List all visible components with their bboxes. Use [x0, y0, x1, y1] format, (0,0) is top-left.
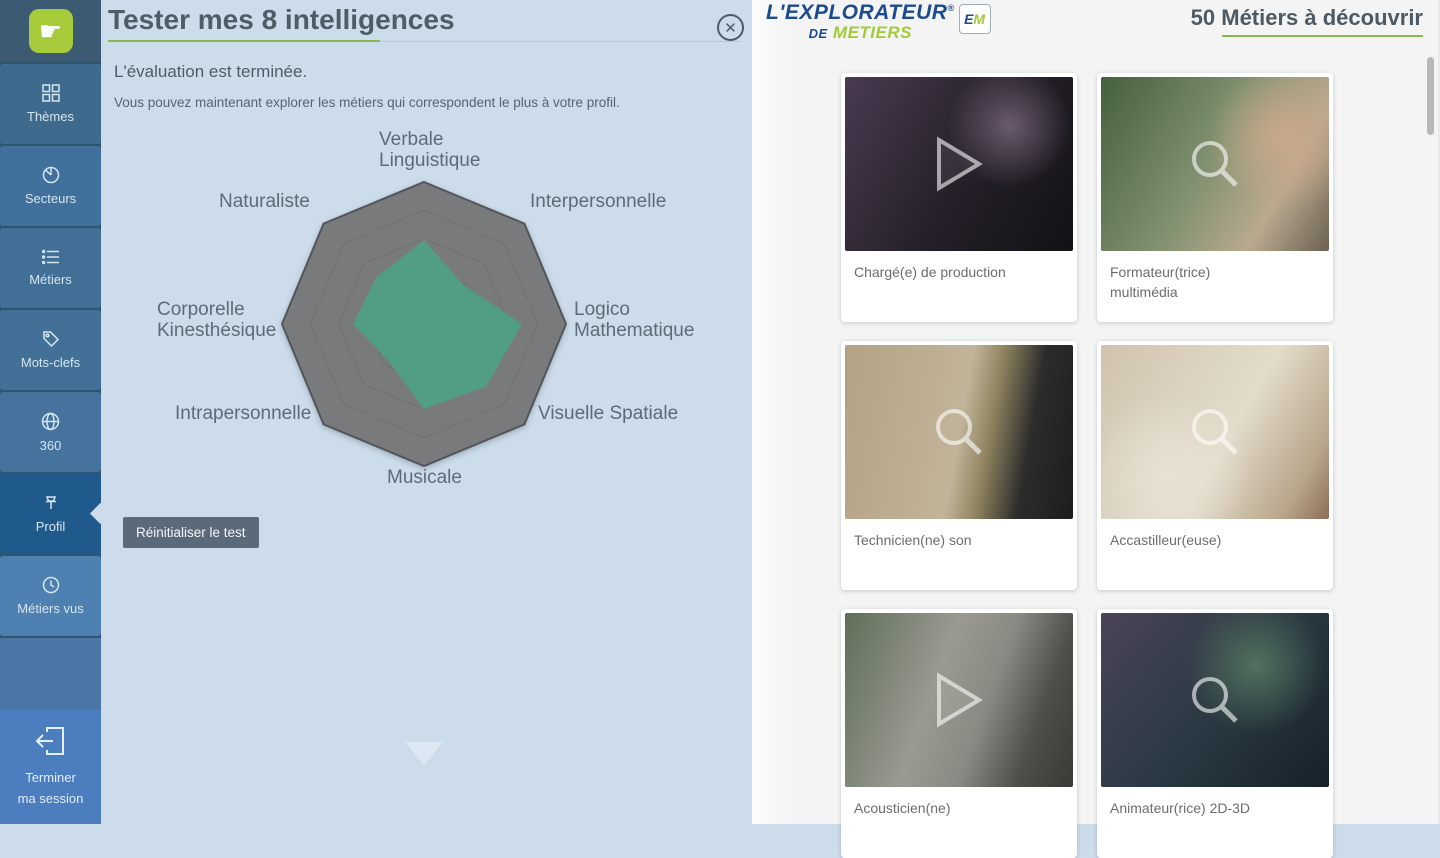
- title-accent-underline: [108, 40, 380, 42]
- sidebar-item-label: Profil: [36, 519, 66, 534]
- logout-icon: [33, 724, 69, 758]
- metier-photo: [845, 613, 1073, 787]
- metier-card[interactable]: Formateur(trice) multimédia: [1097, 73, 1333, 322]
- metiers-panel: L'EXPLORATEUR® DE METIERS EM 50 Métiers …: [752, 0, 1440, 824]
- heading-accent-underline: [1222, 35, 1423, 37]
- close-icon: ✕: [724, 19, 737, 37]
- magnifier-icon: [1101, 77, 1329, 251]
- explorateur-logo: L'EXPLORATEUR® DE METIERS EM: [766, 2, 991, 41]
- sidebar-item-metiers-vus[interactable]: Métiers vus: [0, 556, 101, 636]
- page-title: Tester mes 8 intelligences: [108, 4, 455, 36]
- edm-badge-icon: EM: [959, 4, 991, 34]
- evaluation-status: L'évaluation est terminée.: [114, 62, 307, 82]
- sidebar-item-360[interactable]: 360: [0, 392, 101, 472]
- sidebar-item-metiers[interactable]: Métiers: [0, 228, 101, 308]
- axis-label-logico-mathematique: Logico Mathematique: [574, 300, 694, 342]
- metier-card[interactable]: Animateur(rice) 2D-3D: [1097, 609, 1333, 858]
- evaluation-description: Vous pouvez maintenant explorer les méti…: [114, 95, 620, 110]
- metier-card[interactable]: Accastilleur(euse): [1097, 341, 1333, 590]
- metier-photo: [1101, 77, 1329, 251]
- logo-line1: L'EXPLORATEUR: [766, 1, 947, 24]
- clock-icon: [42, 576, 60, 594]
- scrollbar-thumb[interactable]: [1427, 57, 1434, 135]
- pointing-hand-icon: ☛: [29, 9, 73, 53]
- sidebar-item-label: Mots-clefs: [21, 355, 80, 370]
- metier-photo: [845, 345, 1073, 519]
- metier-title: Animateur(rice) 2D-3D: [1101, 787, 1329, 829]
- metiers-count-heading: 50 Métiers à découvrir: [1191, 5, 1423, 31]
- logout-label-line2: ma session: [18, 789, 84, 810]
- logo-registered-mark: ®: [947, 3, 954, 13]
- sidebar-item-profil[interactable]: Profil: [0, 474, 101, 554]
- axis-label-verbale-linguistique: Verbale Linguistique: [379, 130, 480, 172]
- axis-label-interpersonnelle: Interpersonnelle: [530, 192, 666, 213]
- logout-label-line1: Terminer: [18, 768, 84, 789]
- grid-icon: [42, 84, 60, 102]
- reset-test-button[interactable]: Réinitialiser le test: [123, 517, 259, 548]
- magnifier-icon: [1101, 345, 1329, 519]
- metier-title: Chargé(e) de production: [845, 251, 1073, 293]
- logo-metiers: METIERS: [833, 23, 912, 42]
- metier-card[interactable]: Technicien(ne) son: [841, 341, 1077, 590]
- sidebar-item-label: Secteurs: [25, 191, 76, 206]
- close-button[interactable]: ✕: [717, 14, 744, 41]
- sidebar-item-themes[interactable]: Thèmes: [0, 64, 101, 144]
- play-icon: [845, 77, 1073, 251]
- metier-title: Accastilleur(euse): [1101, 519, 1329, 561]
- axis-label-naturaliste: Naturaliste: [219, 192, 310, 213]
- globe-icon: [41, 412, 60, 431]
- axis-label-musicale: Musicale: [387, 468, 462, 489]
- metier-card[interactable]: Acousticien(ne): [841, 609, 1077, 858]
- pie-icon: [42, 166, 60, 184]
- axis-label-visuelle-spatiale: Visuelle Spatiale: [538, 404, 678, 425]
- metier-title: Acousticien(ne): [845, 787, 1073, 829]
- metier-card[interactable]: Chargé(e) de production: [841, 73, 1077, 322]
- sidebar-item-mots-clefs[interactable]: Mots-clefs: [0, 310, 101, 390]
- list-icon: [42, 249, 60, 265]
- play-icon: [845, 613, 1073, 787]
- scroll-down-chevron-icon[interactable]: [405, 742, 443, 765]
- sidebar-spacer: [0, 638, 101, 716]
- magnifier-icon: [845, 345, 1073, 519]
- sidebar: ☛ Thèmes Secteurs Métiers Mots-clefs 360…: [0, 0, 101, 824]
- tag-icon: [42, 330, 60, 348]
- sidebar-item-label: Thèmes: [27, 109, 74, 124]
- metier-title: Formateur(trice) multimédia: [1101, 251, 1329, 314]
- metier-photo: [1101, 613, 1329, 787]
- intelligences-panel: Tester mes 8 intelligences ✕ L'évaluatio…: [101, 0, 752, 824]
- axis-label-intrapersonnelle: Intrapersonnelle: [175, 404, 311, 425]
- metier-photo: [1101, 345, 1329, 519]
- sidebar-item-label: 360: [40, 438, 62, 453]
- sidebar-item-secteurs[interactable]: Secteurs: [0, 146, 101, 226]
- axis-label-corporelle-kinesthesique: Corporelle Kinesthésique: [157, 300, 276, 342]
- magnifier-icon: [1101, 613, 1329, 787]
- sidebar-item-label: Métiers: [29, 272, 72, 287]
- pin-icon: [42, 494, 60, 512]
- sidebar-item-label: Métiers vus: [17, 601, 83, 616]
- logout-button[interactable]: Terminer ma session: [0, 710, 101, 824]
- metier-card-grid: Chargé(e) de production Formateur(trice)…: [841, 73, 1333, 858]
- metier-title: Technicien(ne) son: [845, 519, 1073, 561]
- metier-photo: [845, 77, 1073, 251]
- logo-de: DE: [809, 26, 828, 41]
- app-logo: ☛: [0, 0, 101, 62]
